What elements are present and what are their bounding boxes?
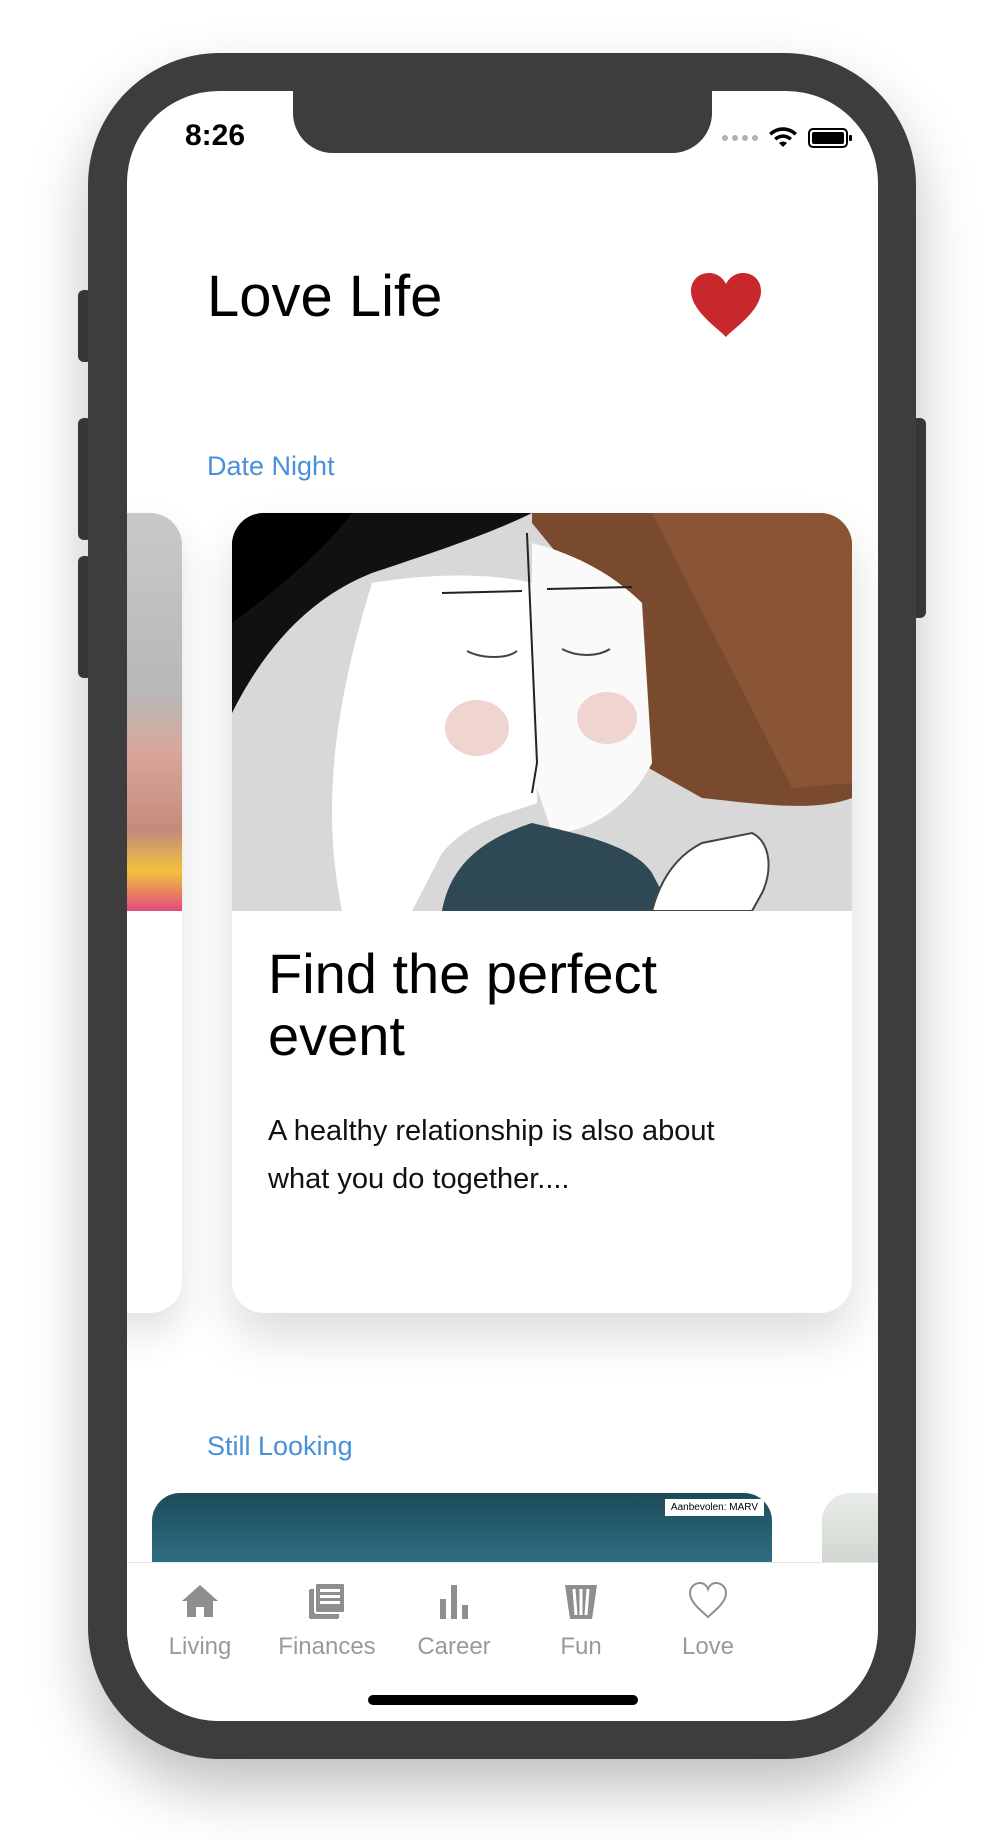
card-badge: Aanbevolen: MARV	[664, 1499, 764, 1516]
tab-label-finances: Finances	[278, 1633, 376, 1660]
home-icon	[182, 1585, 218, 1617]
status-time: 8:26	[185, 119, 246, 152]
tab-label-living: Living	[168, 1633, 232, 1660]
previous-card-image	[127, 513, 182, 911]
app-mockup: 8:26 Love Life Date Night Find the perfe…	[0, 0, 1002, 1840]
previous-card[interactable]	[127, 513, 182, 1313]
tab-label-fun: Fun	[560, 1633, 602, 1660]
card-illustration	[232, 513, 852, 911]
card-title: Find the perfect event	[268, 942, 658, 1067]
section-label-date-night[interactable]: Date Night	[207, 451, 335, 482]
phone-screen: 8:26 Love Life Date Night Find the perfe…	[127, 91, 878, 1721]
heart-outline-icon	[688, 1581, 728, 1619]
wifi-icon	[769, 127, 797, 147]
card-description: A healthy relationship is also about wha…	[268, 1115, 715, 1195]
featured-event-card[interactable]: Find the perfect event A healthy relatio…	[232, 513, 852, 1313]
home-indicator[interactable]	[368, 1695, 638, 1705]
bar-chart-icon	[440, 1585, 468, 1619]
tab-love[interactable]: Love	[633, 1579, 783, 1661]
newspaper-icon	[309, 1582, 346, 1619]
popcorn-icon	[565, 1585, 597, 1619]
battery-icon	[808, 128, 852, 148]
status-icons	[722, 127, 852, 149]
tab-label-career: Career	[417, 1633, 491, 1660]
notch	[293, 91, 712, 153]
heart-icon[interactable]	[689, 271, 763, 339]
signal-icon	[722, 135, 758, 141]
tab-label-love: Love	[681, 1633, 735, 1660]
page-title: Love Life	[207, 264, 443, 329]
section-label-still-looking[interactable]: Still Looking	[207, 1431, 353, 1462]
